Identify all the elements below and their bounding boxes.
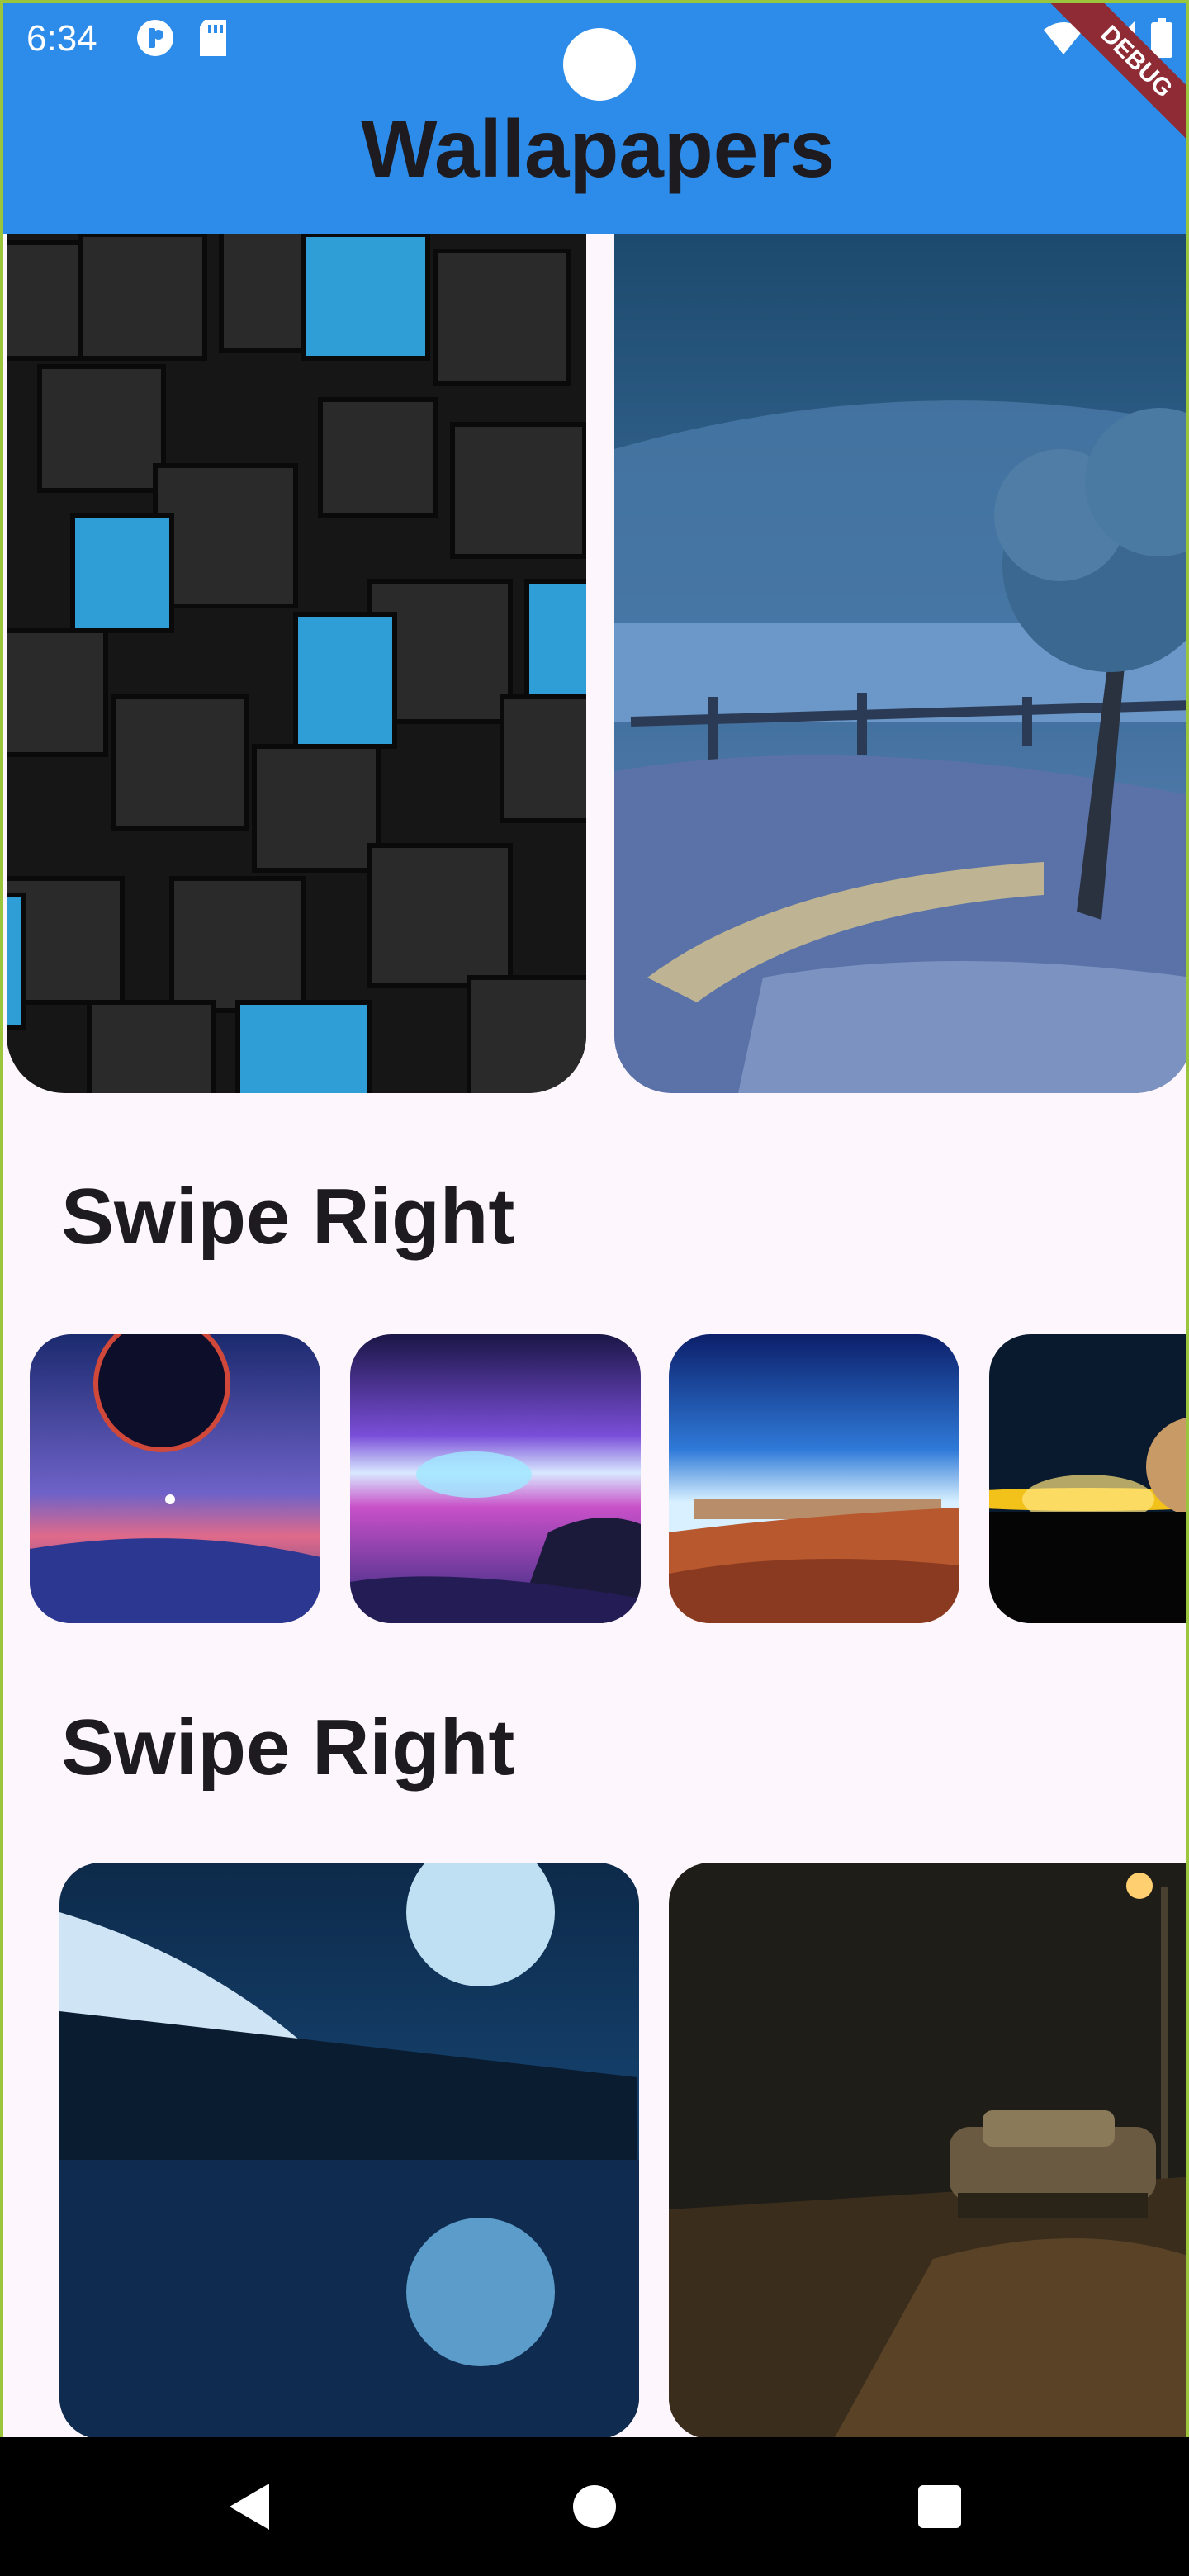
app-bar: 6:34 Wallapapers DEBUG: [3, 3, 1186, 234]
camera-cutout: [563, 28, 636, 101]
sd-card-icon: [200, 20, 226, 56]
wallpaper-car-night-street[interactable]: [669, 1863, 1186, 2437]
cubes-image: [7, 234, 586, 1093]
car-night-street-image: [669, 1863, 1186, 2437]
back-icon[interactable]: [216, 2474, 282, 2540]
page-title: Wallapapers: [361, 103, 835, 194]
wallpaper-neon-horizon[interactable]: [350, 1334, 641, 1623]
app-screen: 6:34 Wallapapers DEBUG Swipe Right Swipe…: [0, 0, 1189, 2437]
moonlit-field-image: [614, 234, 1186, 1093]
desert-sky-image: [669, 1334, 959, 1623]
recents-icon[interactable]: [907, 2474, 973, 2540]
planet-ocean-image: [30, 1334, 320, 1623]
wallpaper-moonlit-field-tree[interactable]: [614, 234, 1186, 1093]
navigation-bar: [0, 2437, 1189, 2576]
section-heading: Swipe Right: [61, 1172, 515, 1261]
battery-icon: [1151, 18, 1172, 58]
wallpaper-black-blue-cubes[interactable]: [7, 234, 586, 1093]
wallpaper-planet-ocean[interactable]: [30, 1334, 320, 1623]
status-time: 6:34: [26, 18, 97, 59]
wallpaper-desert-sky[interactable]: [669, 1334, 959, 1623]
home-icon[interactable]: [561, 2474, 628, 2540]
wallpaper-moon-lake[interactable]: [59, 1863, 639, 2437]
space-sunrise-image: [989, 1334, 1186, 1623]
status-left-icons: [135, 18, 230, 58]
wallpaper-space-sunrise[interactable]: [989, 1334, 1186, 1623]
neon-horizon-image: [350, 1334, 641, 1623]
moon-lake-image: [59, 1863, 639, 2437]
cast-app-icon: [137, 20, 173, 56]
section-heading: Swipe Right: [61, 1703, 515, 1792]
